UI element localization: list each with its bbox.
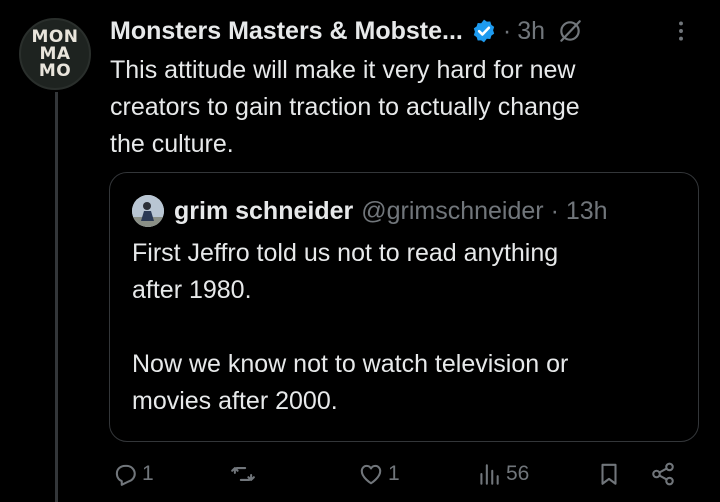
thread-line [55,92,58,502]
views-icon [480,464,499,485]
post-text-line: creators to gain traction to actually ch… [110,93,580,121]
quote-avatar [132,195,164,227]
share-button[interactable] [650,456,676,492]
quote-text: First Jeffro told us not to read anythin… [132,235,682,420]
quote-text-line: First Jeffro told us not to read anythin… [132,239,559,267]
author-name[interactable]: Monsters Masters & Mobste... [110,17,463,46]
quote-text-line: Now we know not to watch television or [132,350,569,378]
more-icon[interactable] [666,16,696,46]
quote-paragraph: Now we know not to watch television or m… [132,346,682,420]
quoted-post[interactable]: grim schneider @grimschneider · 13h Firs… [109,172,699,442]
quote-text-line: after 1980. [132,276,252,304]
retweet-button[interactable] [230,456,260,492]
like-icon [360,464,382,485]
quote-author-name: grim schneider [174,196,354,225]
post-text-line: the culture. [110,130,234,158]
grok-icon[interactable] [557,18,583,44]
verified-badge-icon [471,18,497,44]
reply-button[interactable]: 1 [112,456,154,492]
post-time[interactable]: 3h [517,17,545,46]
reply-count: 1 [142,462,154,485]
avatar-text-3: MO [38,60,72,81]
share-icon [652,462,674,486]
quote-text-line: movies after 2000. [132,387,338,415]
quote-handle-time: @grimschneider · 13h [361,196,608,225]
post-text: This attitude will make it very hard for… [110,52,690,163]
action-bar: 1 1 56 [110,456,690,492]
like-button[interactable]: 1 [358,456,400,492]
quote-header: grim schneider @grimschneider · 13h [132,195,608,227]
bookmark-icon [601,463,617,485]
post-separator: · [502,16,512,45]
post-header: Monsters Masters & Mobste... · 3h [110,14,696,48]
bookmark-button[interactable] [596,456,622,492]
views-button[interactable]: 56 [476,456,529,492]
avatar-text-1: MON [31,26,79,47]
author-avatar[interactable]: MON MA MO [19,18,91,90]
retweet-icon [231,467,255,481]
post-text-line: This attitude will make it very hard for… [110,56,576,84]
quote-paragraph: First Jeffro told us not to read anythin… [132,235,682,309]
reply-icon [115,464,136,486]
views-count: 56 [506,462,530,485]
like-count: 1 [388,462,400,485]
avatar-text-2: MA [39,43,71,64]
